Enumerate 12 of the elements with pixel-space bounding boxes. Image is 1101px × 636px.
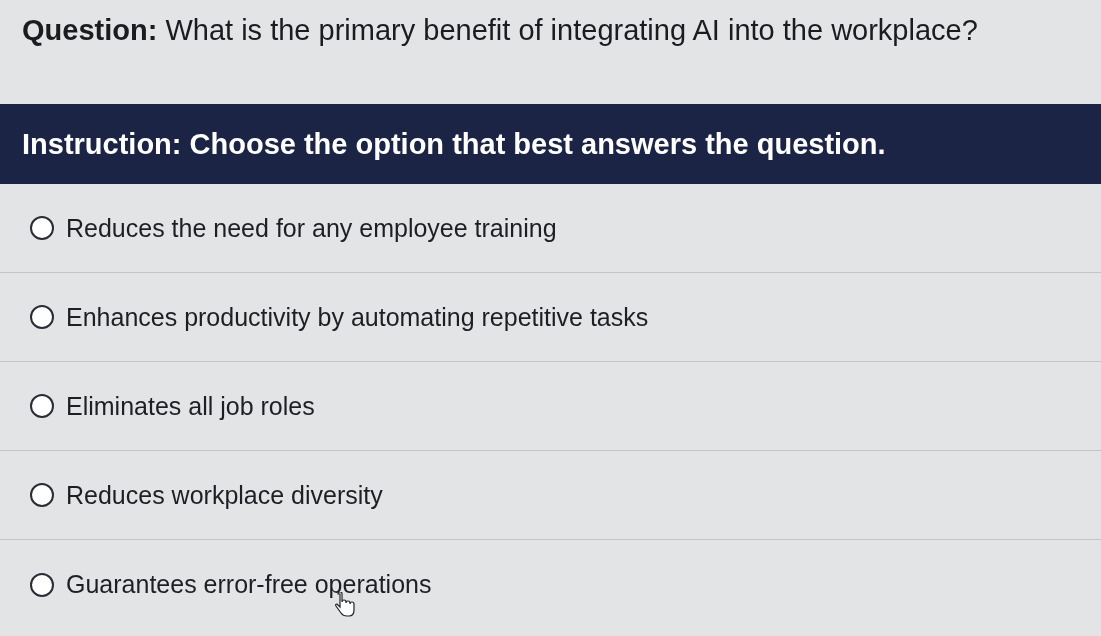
radio-button[interactable] [30, 572, 54, 597]
option-label[interactable]: Guarantees error-free operations [66, 570, 432, 599]
option-label[interactable]: Eliminates all job roles [66, 391, 315, 421]
option-label[interactable]: Reduces the need for any employee training [66, 213, 557, 243]
radio-button[interactable] [30, 216, 54, 240]
radio-button[interactable] [30, 394, 54, 418]
option-label[interactable]: Enhances productivity by automating repetitive tasks [66, 302, 649, 332]
radio-button[interactable] [30, 483, 54, 507]
instruction-banner: Instruction: Choose the option that best answers the question. [0, 104, 1101, 184]
radio-button[interactable] [30, 305, 54, 329]
question-text: Question: What is the primary benefit of integrating AI into the workplace? [21, 13, 979, 48]
option-label[interactable]: Reduces workplace diversity [66, 480, 383, 510]
